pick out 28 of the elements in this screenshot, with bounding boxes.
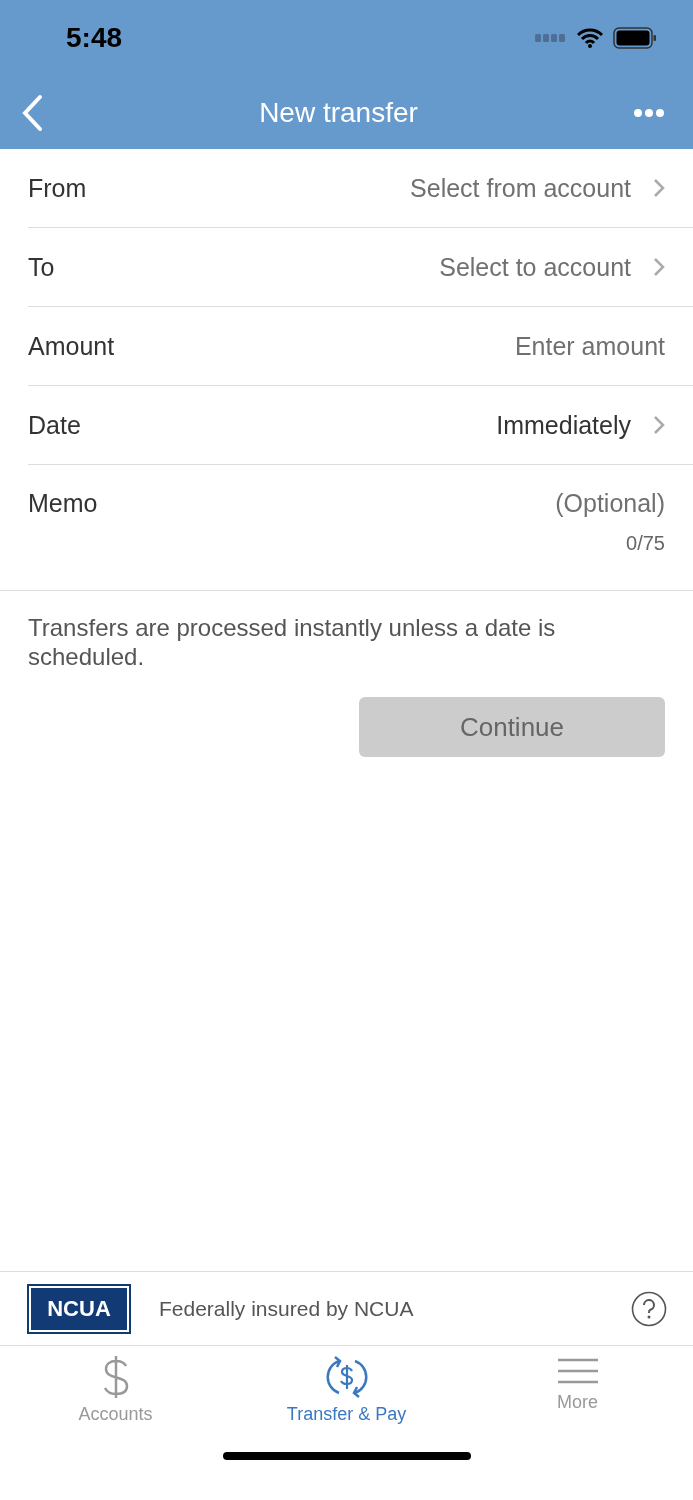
status-time: 5:48 (66, 22, 123, 54)
signal-icon (535, 34, 567, 42)
battery-icon (613, 27, 657, 49)
character-counter: 0/75 (626, 532, 665, 555)
ncua-logo: NCUA (27, 1283, 131, 1334)
menu-icon (557, 1356, 598, 1386)
insurance-text: Federally insured by NCUA (159, 1296, 415, 1321)
help-button[interactable] (631, 1290, 667, 1327)
tab-item[interactable]: Transfer & Pay (231, 1346, 462, 1436)
field-label: Date (28, 410, 81, 440)
tab-item[interactable]: More (462, 1346, 693, 1436)
transfer-note: Transfers are processed instantly unless a date is scheduled. (28, 613, 557, 671)
tab-item[interactable]: Accounts (0, 1346, 231, 1436)
field-label: To (28, 252, 55, 282)
account-select[interactable]: Select from account (410, 173, 665, 203)
account-select[interactable]: Immediately (496, 410, 665, 440)
transfer-icon (324, 1356, 369, 1398)
wifi-icon (577, 28, 603, 48)
field-label: Amount (28, 331, 115, 361)
screen-title: New transfer (259, 96, 418, 129)
field-label: From (28, 173, 87, 203)
account-select[interactable]: Select to account (439, 252, 665, 282)
field-label: Memo (28, 489, 98, 518)
more-options-button[interactable] (633, 107, 665, 118)
chevron-icon (653, 257, 665, 277)
chevron-icon (653, 178, 665, 198)
back-button[interactable] (20, 93, 44, 132)
chevron-icon (653, 415, 665, 435)
